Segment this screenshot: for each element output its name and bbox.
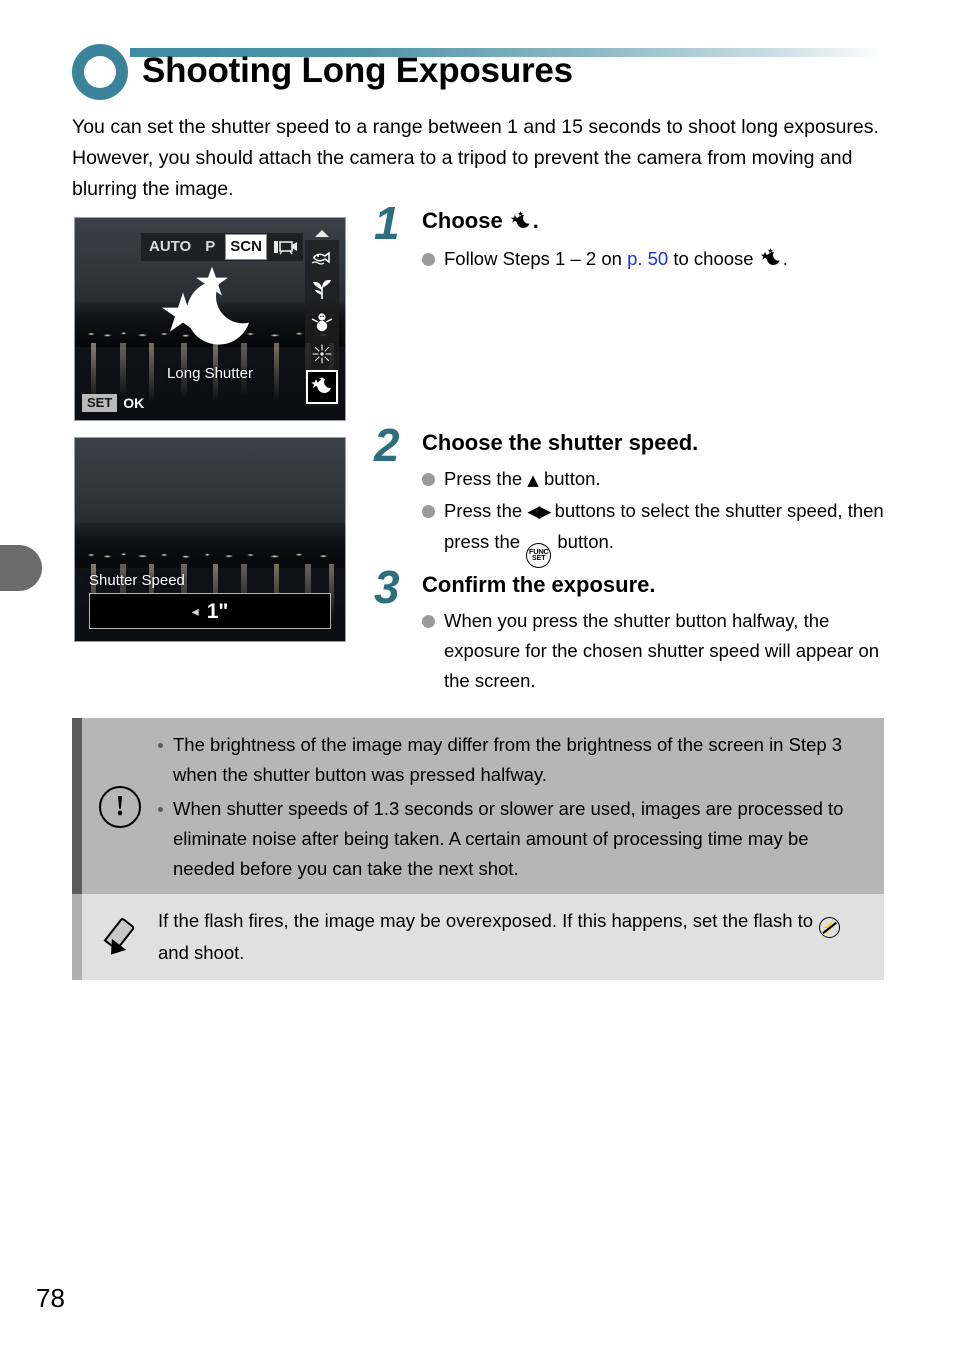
shutter-speed-screen: Shutter Speed ◂ 1" [74, 437, 346, 642]
long-shutter-star-moon-icon [509, 211, 533, 233]
bullet-text-part: button. [552, 531, 614, 552]
long-shutter-star-moon-icon [759, 248, 783, 270]
shooting-mode-bar: AUTO P SCN [141, 233, 303, 261]
bullet-text-part: to choose [668, 248, 759, 269]
manual-page: Shooting Long Exposures You can set the … [0, 0, 954, 1345]
underwater-icon[interactable] [307, 242, 337, 274]
movie-mode-icon[interactable] [273, 239, 298, 255]
exclamation-glyph: ! [99, 786, 141, 828]
up-arrow-button-icon: ▲ [527, 471, 539, 489]
circle-ring-icon [72, 44, 128, 100]
step-2-bullet-1-text: Press the ▲ button. [444, 464, 886, 495]
flash-off-icon: ⚡ [819, 916, 841, 938]
camera-scene-mode-screen: AUTO P SCN Long Shutter SET OK [74, 217, 346, 421]
step-1: 1 Choose . Follow Steps 1 – 2 on p. 50 t… [374, 200, 886, 276]
step-3-title: Confirm the exposure. [422, 572, 656, 597]
intro-paragraph: You can set the shutter speed to a range… [72, 116, 879, 200]
step-3-bullets: When you press the shutter button halfwa… [422, 606, 886, 696]
snow-icon[interactable] [307, 306, 337, 338]
caution-item-2: When shutter speeds of 1.3 seconds or sl… [158, 794, 868, 884]
bullet-dot-icon [422, 505, 435, 518]
shutter-speed-value: 1" [206, 599, 229, 623]
bullet-text-part: Follow Steps 1 – 2 on [444, 248, 628, 269]
shutter-speed-label: Shutter Speed [89, 572, 185, 589]
step-1-number: 1 [374, 197, 400, 249]
step-1-bullet-1-text: Follow Steps 1 – 2 on p. 50 to choose . [444, 244, 886, 275]
caution-item-1: The brightness of the image may differ f… [158, 730, 868, 790]
step-1-bullets: Follow Steps 1 – 2 on p. 50 to choose . [422, 244, 886, 275]
mode-item-scn[interactable]: SCN [225, 234, 267, 260]
step-1-title: Choose . [422, 206, 886, 238]
bullet-dot-icon [422, 253, 435, 266]
bullet-text-part: Press the [444, 500, 528, 521]
func-set-button-icon: FUNC SET [526, 542, 552, 568]
caution-item-1-text: The brightness of the image may differ f… [173, 734, 843, 785]
step-3-number: 3 [374, 561, 400, 613]
step-2-bullet-1: Press the ▲ button. [422, 464, 886, 495]
set-ok-indicator: SET OK [82, 394, 144, 412]
caution-item-2-text: When shutter speeds of 1.3 seconds or sl… [173, 798, 844, 879]
step-2: 2 Choose the shutter speed. Press the ▲ … [374, 422, 886, 569]
step-3: 3 Confirm the exposure. When you press t… [374, 564, 886, 697]
step-3-bullet-1: When you press the shutter button halfwa… [422, 606, 886, 696]
mode-item-p[interactable]: P [202, 236, 218, 258]
step-2-bullet-2: Press the ◀▶ buttons to select the shutt… [422, 496, 886, 568]
long-shutter-star-moon-icon-large [155, 266, 265, 367]
ok-label: OK [123, 395, 145, 411]
step-2-bullet-2-text: Press the ◀▶ buttons to select the shutt… [444, 496, 886, 568]
caution-body: ! The brightness of the image may differ… [82, 718, 884, 896]
bullet-dot-icon [422, 615, 435, 628]
pencil-glyph [100, 916, 140, 960]
foliage-icon[interactable] [307, 274, 337, 306]
page-title: Shooting Long Exposures [142, 51, 573, 90]
step-1-title-suffix: . [532, 208, 539, 233]
left-right-arrow-buttons-icon: ◀▶ [527, 502, 551, 522]
note-text: If the flash fires, the image may be ove… [158, 906, 868, 968]
caution-bullet-dot-icon [158, 807, 163, 812]
step-1-bullet-1: Follow Steps 1 – 2 on p. 50 to choose . [422, 244, 886, 275]
bullet-text-part: Press the [444, 468, 528, 489]
exclamation-circle-icon: ! [82, 786, 158, 828]
bullet-text-part: . [782, 248, 788, 269]
left-arrow-icon[interactable]: ◂ [192, 604, 199, 618]
caution-text: The brightness of the image may differ f… [158, 730, 868, 884]
caution-bullet-dot-icon [158, 743, 163, 748]
page-number: 78 [36, 1283, 65, 1313]
bullet-text-part: button. [538, 468, 601, 489]
pencil-icon [82, 916, 158, 960]
step-2-title: Choose the shutter speed. [422, 430, 699, 455]
step-2-bullets: Press the ▲ button. Press the ◀▶ buttons… [422, 464, 886, 568]
note-body: If the flash fires, the image may be ove… [82, 894, 884, 980]
step-2-number: 2 [374, 419, 400, 471]
city-lights-2 [75, 547, 345, 562]
caution-accent-bar [72, 718, 82, 896]
note-accent-bar [72, 894, 82, 980]
step-1-title-prefix: Choose [422, 208, 509, 233]
note-text-before: If the flash fires, the image may be ove… [158, 910, 819, 931]
bullet-dot-icon [422, 473, 435, 486]
note-text-after: and shoot. [158, 941, 245, 963]
shutter-speed-value-box[interactable]: ◂ 1" [89, 593, 331, 629]
scroll-up-arrow[interactable] [315, 230, 329, 237]
step-3-bullet-1-text: When you press the shutter button halfwa… [444, 610, 880, 691]
note-box: If the flash fires, the image may be ove… [72, 894, 884, 980]
mode-item-auto[interactable]: AUTO [146, 236, 194, 258]
set-chip: SET [82, 394, 118, 412]
page-link[interactable]: p. 50 [627, 248, 668, 269]
caution-box: ! The brightness of the image may differ… [72, 718, 884, 896]
scene-mode-label: Long Shutter [167, 365, 253, 382]
